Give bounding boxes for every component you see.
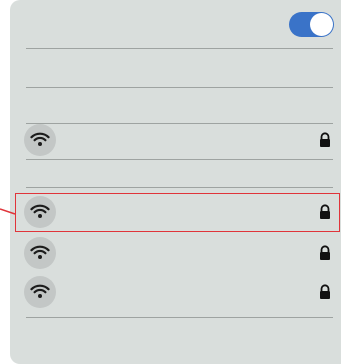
wifi-icon: [24, 124, 56, 156]
wifi-icon: [24, 237, 56, 269]
wifi-toggle[interactable]: [289, 12, 334, 37]
divider: [26, 48, 333, 49]
network-item[interactable]: [18, 235, 341, 271]
lock-icon: [320, 284, 330, 299]
toggle-knob: [310, 13, 333, 36]
divider: [26, 317, 333, 318]
lock-icon: [320, 204, 330, 219]
network-item[interactable]: [18, 122, 341, 158]
network-item-highlighted[interactable]: [18, 194, 341, 230]
divider: [26, 159, 333, 160]
network-item[interactable]: [18, 274, 341, 310]
divider: [26, 187, 333, 188]
lock-icon: [320, 132, 330, 147]
wifi-icon: [24, 276, 56, 308]
lock-icon: [320, 245, 330, 260]
wifi-icon: [24, 196, 56, 228]
divider: [26, 87, 333, 88]
pointer-line: [0, 208, 16, 215]
